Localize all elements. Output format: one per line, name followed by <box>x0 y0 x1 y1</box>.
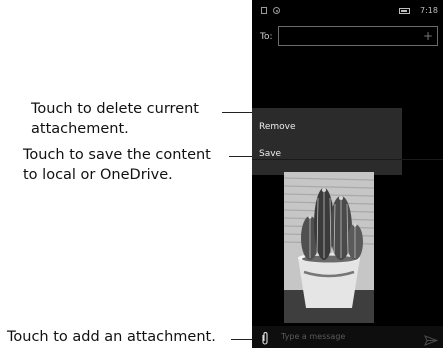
phone-screen: 7:18 To: + Remove Save Type a message <box>252 0 443 348</box>
attachment-context-menu: Remove Save <box>252 108 402 175</box>
callout-save-line2: to local or OneDrive. <box>23 167 173 183</box>
to-label: To: <box>260 32 273 42</box>
battery-icon <box>399 8 410 14</box>
status-time: 7:18 <box>420 6 438 15</box>
recipient-field[interactable]: + <box>278 26 438 46</box>
location-icon <box>273 7 280 14</box>
callout-delete-line1: Touch to delete current <box>31 101 199 117</box>
divider <box>252 159 443 160</box>
remove-menu-item[interactable]: Remove <box>259 122 296 132</box>
callout-save-line1: Touch to save the content <box>23 147 211 163</box>
callout-attach: Touch to add an attachment. <box>7 329 216 345</box>
message-composer: Type a message <box>252 326 443 348</box>
callout-delete-line2: attachement. <box>31 121 129 137</box>
add-recipient-icon[interactable]: + <box>423 29 433 43</box>
cactus-photo-attachment[interactable] <box>284 172 374 323</box>
sim-icon <box>261 7 267 14</box>
send-icon[interactable] <box>424 331 439 348</box>
message-input[interactable]: Type a message <box>281 332 345 341</box>
status-bar: 7:18 <box>252 0 443 18</box>
save-menu-item[interactable]: Save <box>259 149 281 159</box>
paperclip-icon[interactable] <box>261 330 269 348</box>
cactus-in-pot-image <box>284 172 374 323</box>
